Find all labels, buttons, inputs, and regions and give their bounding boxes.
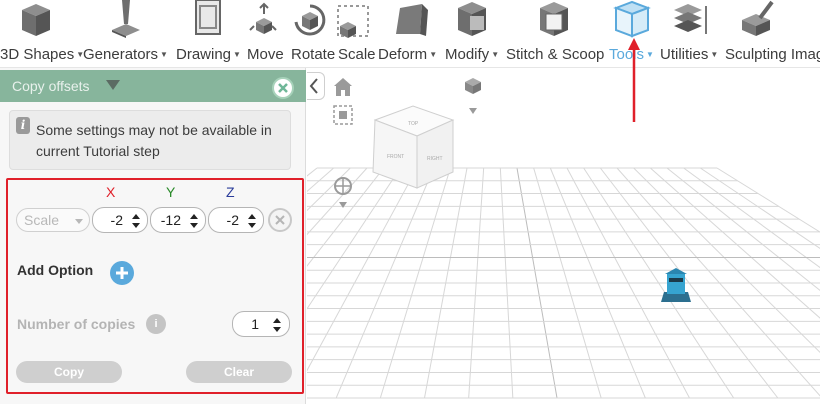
offset-x-value: -2 (110, 212, 123, 228)
drawing-icon[interactable] (190, 0, 226, 40)
3d-viewport[interactable]: TOP FRONT RIGHT (307, 68, 820, 404)
deform-icon[interactable] (392, 0, 432, 40)
toolbar-item-modify[interactable]: Modify ▼ (445, 46, 499, 64)
caret-down-icon: ▼ (646, 50, 654, 59)
modify-icon[interactable] (452, 0, 492, 40)
toolbar-item-generators[interactable]: Generators ▼ (83, 46, 168, 64)
copy-offsets-panel: Copy offsets i Some settings may not be … (0, 68, 306, 404)
grid-floor: TOP FRONT RIGHT (307, 78, 820, 399)
tutorial-notice: i Some settings may not be available in … (9, 110, 291, 170)
toolbar-item-sculpting[interactable]: Sculpting Imag (725, 46, 820, 64)
stepper-arrows-icon[interactable] (132, 214, 140, 228)
view-cube-top-label: TOP (408, 121, 419, 127)
rotate-icon[interactable] (290, 0, 330, 40)
toolbar-item-rotate[interactable]: Rotate (291, 46, 335, 64)
annotation-arrow (628, 38, 640, 122)
caret-down-icon: ▼ (710, 50, 719, 59)
offset-z-stepper[interactable]: -2 (208, 207, 264, 233)
panel-header: Copy offsets (0, 70, 306, 102)
utilities-icon[interactable] (670, 0, 710, 40)
plus-icon (116, 267, 128, 279)
chevron-left-icon (309, 78, 318, 94)
axis-z-label: Z (226, 184, 235, 200)
panel-close-button[interactable] (272, 77, 294, 99)
scale-icon[interactable] (334, 0, 374, 40)
generator-icon[interactable] (106, 0, 146, 40)
clear-button[interactable]: Clear (186, 361, 292, 383)
tools-icon[interactable] (612, 0, 652, 40)
perspective-icon[interactable] (334, 177, 352, 208)
toolbar-item-3d-shapes[interactable]: 3D Shapes ▼ (0, 46, 84, 64)
axis-x-label: X (106, 184, 116, 200)
toolbar-item-utilities[interactable]: Utilities ▼ (660, 46, 718, 64)
view-orientation-icon[interactable] (465, 78, 481, 114)
toolbar-item-deform[interactable]: Deform ▼ (378, 46, 437, 64)
add-option-button[interactable] (110, 261, 134, 285)
stepper-arrows-icon[interactable] (190, 214, 198, 228)
toolbar-item-move[interactable]: Move (247, 46, 284, 64)
toolbar-item-drawing[interactable]: Drawing ▼ (176, 46, 241, 64)
fit-view-icon[interactable] (333, 105, 353, 125)
caret-down-icon: ▼ (491, 50, 500, 59)
info-icon: i (16, 117, 30, 134)
chevron-down-icon (75, 219, 83, 224)
caret-down-icon: ▼ (160, 50, 168, 59)
stepper-arrows-icon[interactable] (273, 318, 281, 332)
panel-title: Copy offsets (12, 78, 90, 94)
mode-select[interactable]: Scale (16, 208, 90, 232)
main-toolbar: 3D Shapes ▼ Generators ▼ Drawing ▼ Move Rot… (0, 0, 820, 68)
axis-y-label: Y (166, 184, 176, 200)
view-cube-front-label: FRONT (387, 154, 404, 160)
toolbar-item-scale[interactable]: Scale (338, 46, 376, 64)
blue-object[interactable] (661, 268, 691, 302)
view-cube[interactable]: TOP FRONT RIGHT (372, 105, 455, 189)
offset-y-value: -12 (160, 212, 181, 228)
toolbar-item-stitch-scoop[interactable]: Stitch & Scoop (506, 46, 604, 64)
panel-dropdown-icon[interactable] (106, 80, 120, 90)
view-cube-right-label: RIGHT (427, 156, 443, 162)
copies-value: 1 (251, 316, 259, 332)
sculpting-icon[interactable] (738, 0, 778, 40)
close-icon (275, 215, 285, 225)
panel-collapse-tab[interactable] (307, 72, 325, 100)
number-of-copies-stepper[interactable]: 1 (232, 311, 290, 337)
home-icon[interactable] (334, 78, 352, 96)
stepper-arrows-icon[interactable] (248, 214, 256, 228)
mode-select-value: Scale (24, 212, 60, 228)
info-icon[interactable]: i (146, 314, 166, 334)
offset-x-stepper[interactable]: -2 (92, 207, 148, 233)
number-of-copies-label: Number of copies (17, 316, 136, 332)
caret-down-icon: ▼ (233, 50, 241, 59)
add-option-label: Add Option (17, 262, 94, 278)
close-icon (278, 83, 288, 93)
cube-shapes-icon[interactable] (14, 0, 58, 40)
notice-text: Some settings may not be available in cu… (36, 122, 272, 159)
copy-button[interactable]: Copy (16, 361, 122, 383)
caret-down-icon: ▼ (429, 50, 438, 59)
offset-y-stepper[interactable]: -12 (150, 207, 206, 233)
stitch-scoop-icon[interactable] (534, 0, 574, 40)
move-icon[interactable] (246, 0, 282, 40)
offset-z-value: -2 (226, 212, 239, 228)
remove-row-button[interactable] (268, 208, 292, 232)
